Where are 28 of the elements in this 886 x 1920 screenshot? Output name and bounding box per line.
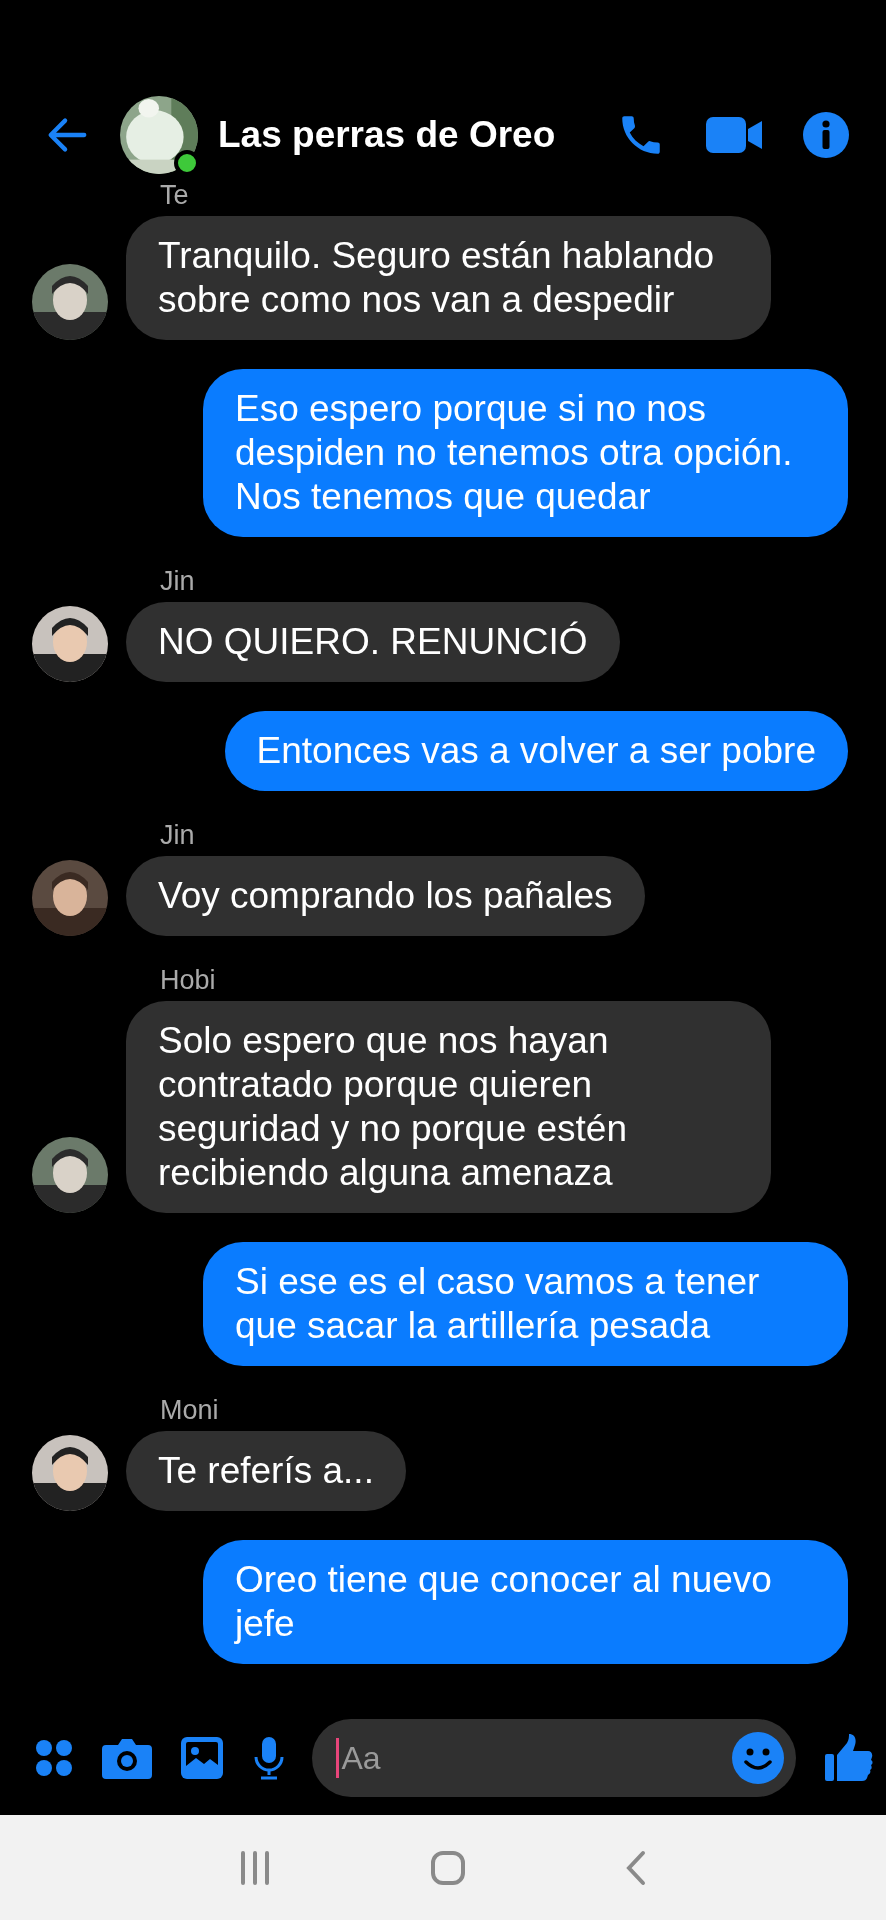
message-bubble: Solo espero que nos hayan contratado porque quieren seguridad y no porque estén recibiendo alguna amenaza [126,1001,771,1213]
back-nav-icon[interactable] [624,1849,647,1886]
message-bubble: Si ese es el caso vamos a tener que sacar la artillería pesada [203,1242,848,1366]
message-bubble: Eso espero porque si no nos despiden no tenemos otra opción. Nos tenemos que quedar [203,369,848,537]
message-bubble: Oreo tiene que conocer al nuevo jefe [203,1540,848,1664]
camera-icon[interactable] [101,1737,152,1779]
recent-apps-icon[interactable] [239,1849,272,1886]
sender-name: Jin [160,820,196,850]
video-camera-icon[interactable] [706,117,762,153]
emoji-icon[interactable] [732,1732,785,1784]
message-bubble: Voy comprando los pañales [126,856,645,936]
sender-name: Moni [160,1395,220,1425]
chat-title: Las perras de Oreo [218,114,557,156]
message-input[interactable]: Aa [339,1739,733,1777]
sender-name: Jin [160,566,196,596]
info-icon[interactable] [802,111,850,159]
sender-name: Hobi [160,965,217,995]
image-icon[interactable] [179,1735,226,1781]
message-bubble: Te referís a... [126,1431,406,1511]
message-bubble: NO QUIERO. RENUNCIÓ [126,602,620,682]
home-icon[interactable] [430,1849,466,1886]
message-field[interactable]: Aa [312,1719,797,1797]
sender-name: Te [160,180,190,210]
thumbs-up-icon[interactable] [823,1733,874,1783]
message-bubble: Tranquilo. Seguro están hablando sobre como nos van a despedir [126,216,771,340]
apps-icon[interactable] [34,1738,74,1778]
message-bubble: Entonces vas a volver a ser pobre [224,711,848,791]
microphone-icon[interactable] [252,1735,285,1781]
